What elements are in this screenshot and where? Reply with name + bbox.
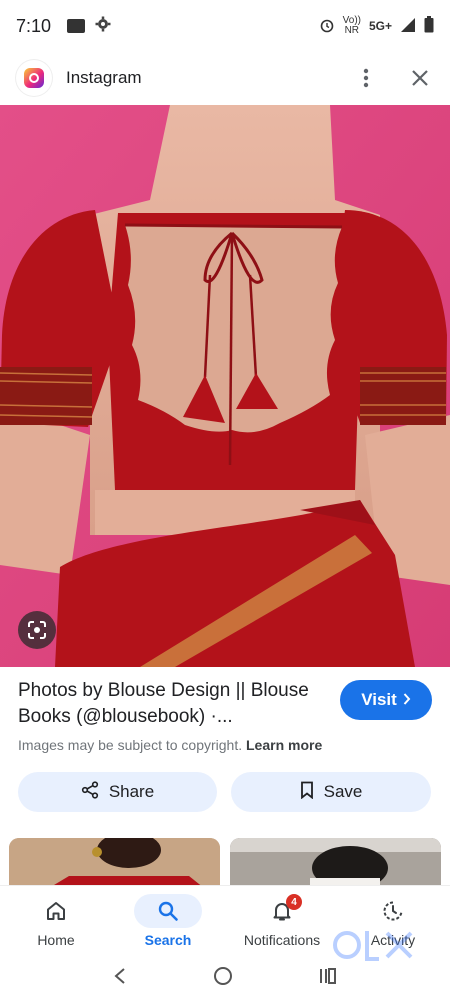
system-navigation-bar [0,956,450,1000]
save-button[interactable]: Save [231,772,431,812]
notification-badge: 4 [286,894,302,910]
app-header: Instagram [0,52,450,104]
home-icon [22,894,90,928]
share-label: Share [108,782,155,801]
settings-gear-icon [95,16,111,37]
status-bar: 7:10 Vo)) NR 5G+ [0,0,450,52]
battery-icon [424,16,434,36]
result-image[interactable] [0,105,450,667]
share-button[interactable]: Share [18,772,217,812]
nav-item-notifications[interactable]: 4 Notifications [227,886,337,956]
result-title[interactable]: Photos by Blouse Design || Blouse Books … [18,678,328,730]
bell-icon: 4 [248,894,316,928]
network-indicator: Vo)) NR [343,16,361,36]
google-lens-icon[interactable] [18,611,56,649]
related-image-thumbnail[interactable] [9,838,220,888]
more-vert-icon[interactable] [352,64,380,92]
status-notification-icons [67,16,111,37]
save-label: Save [323,782,363,801]
nav-label-notifications: Notifications [243,932,321,948]
visit-label: Visit [361,690,397,709]
back-icon[interactable] [113,967,127,990]
copyright-notice: Images may be subject to copyright. Lear… [18,737,322,753]
close-icon[interactable] [406,64,434,92]
status-time: 7:10 [16,15,52,36]
nav-item-search[interactable]: Search [113,886,223,956]
related-image-thumbnail[interactable] [230,838,441,888]
home-circle-icon[interactable] [213,966,233,991]
activity-icon [359,894,427,928]
recents-icon[interactable] [319,967,337,990]
nr-label: NR [344,25,360,36]
search-icon [134,894,202,928]
app-notification-icon [67,19,86,33]
alarm-icon [319,17,335,36]
nav-label-search: Search [144,932,192,948]
bookmark-icon [300,781,314,804]
learn-more-link[interactable]: Learn more [246,737,322,753]
network-type: 5G+ [368,19,392,33]
status-system-icons: Vo)) NR 5G+ [319,16,434,36]
instagram-logo-icon [16,60,52,96]
visit-button[interactable]: Visit [340,680,432,720]
chevron-right-icon [403,690,411,710]
share-icon [81,780,99,804]
nav-item-home[interactable]: Home [1,886,111,956]
copyright-text: Images may be subject to copyright. [18,737,243,753]
blouse-photo [0,105,450,667]
source-app-title: Instagram [66,68,142,87]
nav-label-home: Home [37,932,75,948]
signal-icon [400,17,416,36]
